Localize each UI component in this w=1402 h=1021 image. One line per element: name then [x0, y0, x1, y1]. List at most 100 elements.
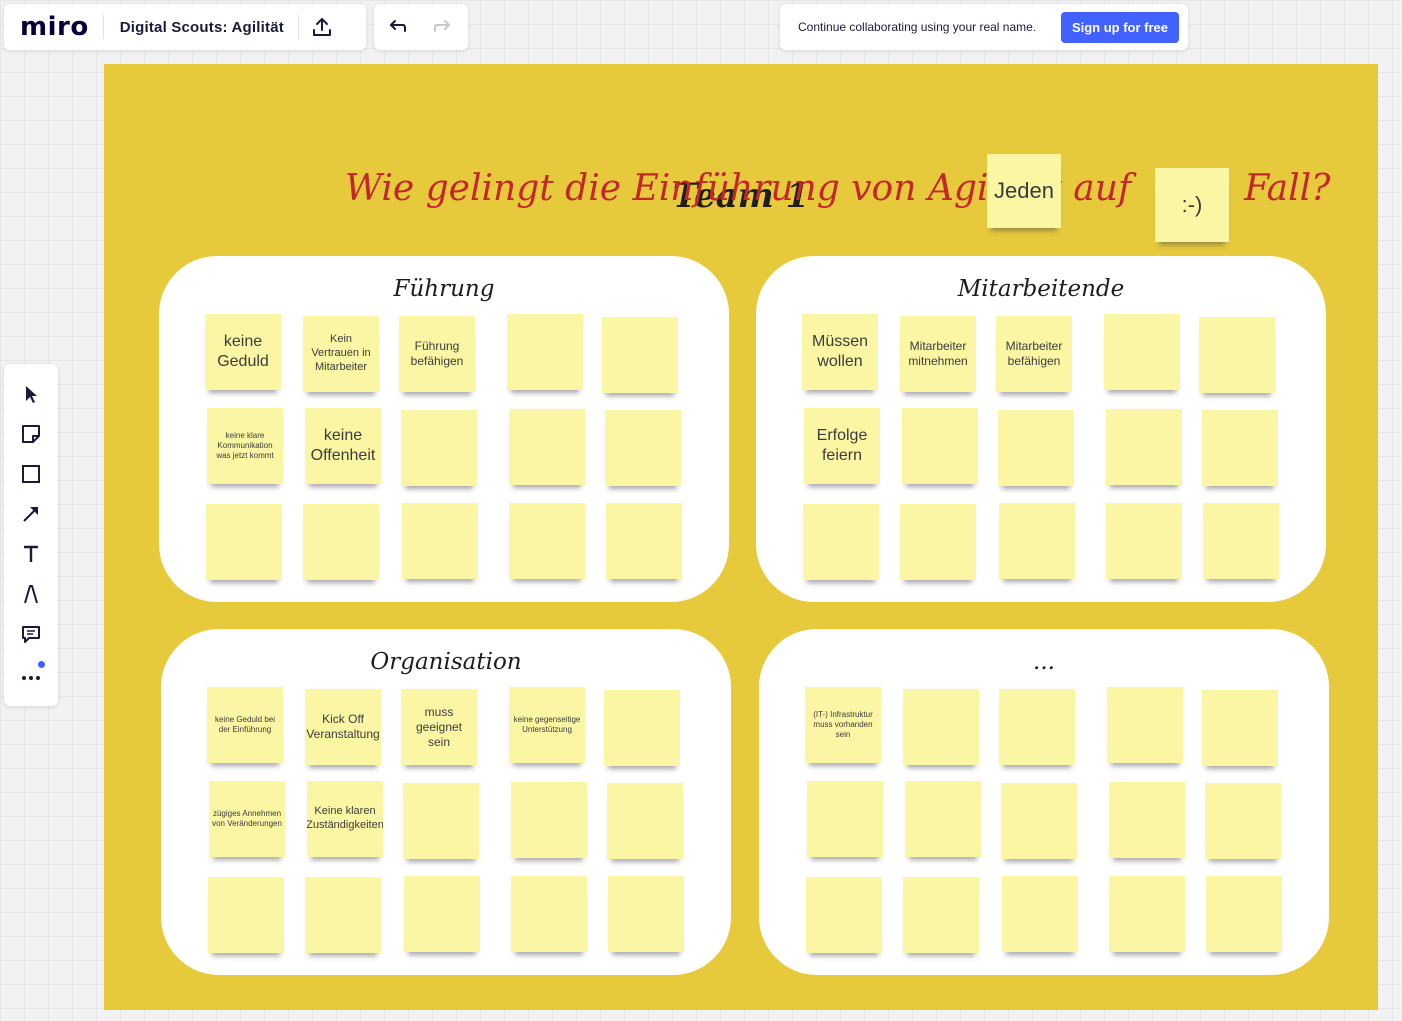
sticky-note[interactable] [1206, 876, 1282, 952]
miro-logo[interactable]: miro [4, 12, 103, 42]
quadrant-organisation[interactable]: Organisation keine Geduld bei der Einfüh… [161, 629, 731, 975]
redo-button[interactable] [420, 4, 466, 50]
sticky-note[interactable]: Müssen wollen [802, 314, 878, 390]
question-part-2: Fall? [1244, 168, 1331, 209]
sticky-note[interactable] [208, 877, 284, 953]
sticky-note[interactable] [803, 504, 879, 580]
sticky-note[interactable] [806, 877, 882, 953]
sticky-note[interactable]: zügiges Annehmen von Veränderungen [209, 781, 285, 857]
text-tool[interactable] [11, 534, 51, 574]
quadrant-more[interactable]: ... (IT-) Infrastruktur muss vorhanden s… [759, 629, 1329, 975]
sign-up-button[interactable]: Sign up for free [1060, 11, 1179, 43]
comment-tool[interactable] [11, 614, 51, 654]
sticky-note[interactable] [900, 504, 976, 580]
sticky-note[interactable]: Kick Off Veranstaltung [305, 689, 381, 765]
sticky-note[interactable] [1106, 409, 1182, 485]
sticky-note[interactable] [1199, 317, 1275, 393]
sticky-note-jeden[interactable]: Jeden [987, 154, 1061, 228]
sticky-note[interactable] [905, 781, 981, 857]
sticky-note[interactable]: keine Geduld bei der Einführung [207, 687, 283, 763]
comment-icon [22, 626, 40, 643]
sticky-note[interactable]: Mitarbeiter befähigen [996, 316, 1072, 392]
sticky-note[interactable] [403, 783, 479, 859]
sticky-note[interactable] [511, 876, 587, 952]
sticky-note[interactable] [1205, 783, 1281, 859]
board-header: miro Digital Scouts: Agilität [4, 4, 366, 50]
undo-button[interactable] [374, 4, 420, 50]
sticky-note[interactable] [401, 410, 477, 486]
quadrant-fuehrung[interactable]: Führung keine Geduld Kein Vertrauen in Mi… [159, 256, 729, 602]
left-toolbar [4, 364, 58, 706]
sticky-note[interactable] [606, 503, 682, 579]
sticky-note[interactable] [402, 503, 478, 579]
collab-message: Continue collaborating using your real n… [798, 20, 1037, 34]
sticky-note[interactable] [509, 409, 585, 485]
sticky-note[interactable] [1109, 782, 1185, 858]
text-icon [24, 545, 38, 562]
sticky-note[interactable]: muss geeignet sein [401, 689, 477, 765]
select-tool[interactable] [11, 374, 51, 414]
sticky-note[interactable] [602, 317, 678, 393]
sticky-note[interactable] [903, 877, 979, 953]
sticky-note-tool[interactable] [11, 414, 51, 454]
sticky-note[interactable]: (IT-) Infrastruktur muss vorhanden sein [805, 687, 881, 763]
sticky-note[interactable] [1002, 876, 1078, 952]
board-title[interactable]: Digital Scouts: Agilität [104, 19, 298, 36]
quadrant-title[interactable]: Führung [159, 276, 729, 302]
sticky-note-smiley[interactable]: :-) [1155, 168, 1229, 242]
sticky-note[interactable] [1106, 503, 1182, 579]
sticky-note[interactable] [807, 781, 883, 857]
upload-icon [312, 18, 331, 36]
connector-tool[interactable] [11, 494, 51, 534]
sticky-note[interactable] [607, 783, 683, 859]
sticky-note[interactable] [1104, 314, 1180, 390]
pen-tool[interactable] [11, 574, 51, 614]
sticky-note[interactable]: Mitarbeiter mitnehmen [900, 316, 976, 392]
sticky-note[interactable]: keine Offenheit [305, 408, 381, 484]
sticky-note[interactable] [999, 689, 1075, 765]
collaboration-banner: Continue collaborating using your real n… [780, 4, 1188, 50]
sticky-note[interactable] [604, 690, 680, 766]
sticky-note[interactable]: Erfolge feiern [804, 408, 880, 484]
sticky-note[interactable]: Keine klaren Zuständigkeiten [307, 781, 383, 857]
sticky-note[interactable]: keine klare Kommunikation was jetzt komm… [207, 408, 283, 484]
sticky-note[interactable] [902, 408, 978, 484]
sticky-note[interactable] [1107, 687, 1183, 763]
sticky-note[interactable] [903, 689, 979, 765]
sticky-note[interactable] [1202, 690, 1278, 766]
sticky-note[interactable] [507, 314, 583, 390]
sticky-note[interactable] [509, 503, 585, 579]
sticky-note[interactable] [1202, 410, 1278, 486]
sticky-note[interactable] [305, 877, 381, 953]
sticky-note[interactable] [511, 782, 587, 858]
sticky-note[interactable] [998, 410, 1074, 486]
board-frame[interactable]: Team 1 Wie gelingt die Einführung von Ag… [104, 64, 1378, 1010]
sticky-note[interactable] [206, 504, 282, 580]
more-tools-button[interactable] [11, 654, 51, 694]
sticky-note[interactable] [999, 503, 1075, 579]
quadrant-title[interactable]: Mitarbeitende [756, 276, 1326, 302]
sticky-note[interactable] [303, 504, 379, 580]
sticky-note[interactable] [1203, 503, 1279, 579]
shape-icon [22, 465, 40, 483]
sticky-note[interactable] [608, 876, 684, 952]
shape-tool[interactable] [11, 454, 51, 494]
undo-icon [390, 20, 406, 32]
sticky-note[interactable]: keine Geduld [205, 314, 281, 390]
sticky-note[interactable] [1109, 876, 1185, 952]
sticky-note[interactable]: Kein Vertrauen in Mitarbeiter [303, 316, 379, 392]
sticky-note[interactable]: Führung befähigen [399, 316, 475, 392]
sticky-note[interactable] [404, 876, 480, 952]
quadrant-mitarbeitende[interactable]: Mitarbeitende Müssen wollen Mitarbeiter m… [756, 256, 1326, 602]
sticky-note[interactable] [605, 410, 681, 486]
sticky-note[interactable] [1001, 783, 1077, 859]
share-export-button[interactable] [299, 4, 345, 50]
select-icon [26, 386, 37, 403]
quadrant-title[interactable]: Organisation [161, 649, 731, 675]
sticky-note-icon [22, 425, 40, 443]
sticky-note[interactable]: keine gegenseitige Unterstützung [509, 687, 585, 763]
redo-icon [434, 20, 450, 32]
pen-icon [24, 585, 38, 604]
history-panel [374, 4, 468, 50]
quadrant-title[interactable]: ... [759, 649, 1329, 675]
